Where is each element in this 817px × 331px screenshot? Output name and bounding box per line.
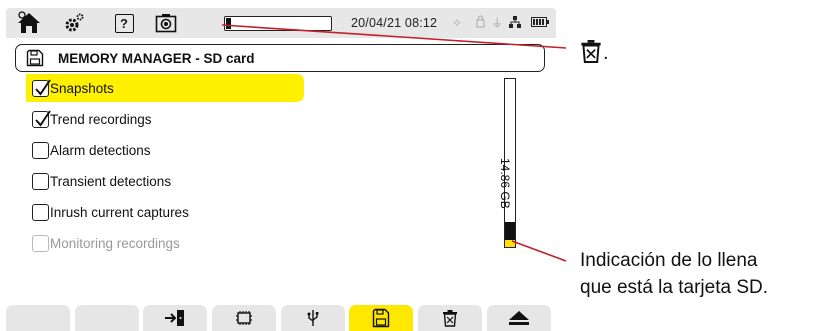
gauge-callout-note: Indicación de lo llena que está la tarje… (580, 247, 817, 301)
trash-callout-period: . (603, 42, 609, 64)
gauge-note-line-2: que está la tarjeta SD. (580, 277, 768, 298)
trash-callout-icon (580, 38, 602, 69)
trash-icon (581, 40, 601, 63)
gauge-note-line-1: Indicación de lo llena (580, 250, 758, 271)
